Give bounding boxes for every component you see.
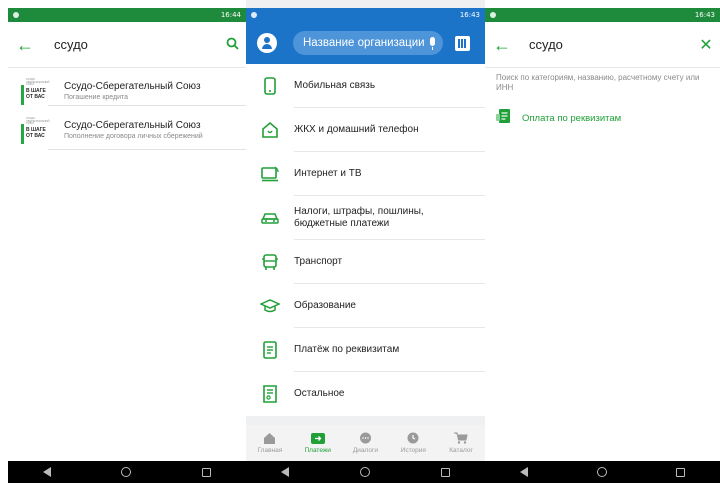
status-bar: 16:43 xyxy=(246,8,485,22)
system-nav-bar xyxy=(485,461,720,483)
bus-icon xyxy=(246,253,294,271)
tab-history[interactable]: История xyxy=(391,432,435,454)
chat-icon xyxy=(358,432,372,444)
search-header: ← ссудо ✕ xyxy=(485,22,720,68)
result-item[interactable]: ССУДО-СБЕРЕГАТЕЛЬНЫЙ СОЮЗ В ШАГЕ ОТ ВАС … xyxy=(8,108,246,152)
search-input[interactable]: ссудо xyxy=(519,37,692,52)
status-bar: 16:44 xyxy=(8,8,246,22)
close-icon[interactable]: ✕ xyxy=(692,35,720,55)
receipt-icon xyxy=(246,385,294,403)
nav-home-icon[interactable] xyxy=(596,467,607,477)
search-hint-text: Поиск по категориям, названию, расчетном… xyxy=(496,73,700,92)
profile-avatar-icon[interactable] xyxy=(257,33,277,53)
nav-recent-icon[interactable] xyxy=(676,467,686,477)
payments-screen: 16:43 Название организации Мобильная свя… xyxy=(246,0,485,483)
nav-home-icon[interactable] xyxy=(359,467,370,477)
cart-icon xyxy=(454,432,468,444)
tv-icon xyxy=(246,166,294,182)
clock-icon xyxy=(406,432,420,444)
tab-payments[interactable]: Платежи xyxy=(296,432,340,454)
transfer-icon xyxy=(310,432,325,444)
result-subtitle: Погашение кредита xyxy=(64,93,129,101)
tab-catalog[interactable]: Каталог xyxy=(439,432,483,454)
search-results-screen: 16:44 ← ссудо ССУДО-СБЕРЕГАТЕЛЬНЫЙ СОЮЗ … xyxy=(8,0,246,483)
notification-icon xyxy=(251,12,257,18)
phone-icon xyxy=(246,77,294,95)
pay-by-requisites-link[interactable]: Оплата по реквизитам xyxy=(496,108,621,129)
search-input[interactable]: ссудо xyxy=(42,37,218,52)
nav-back-icon[interactable] xyxy=(281,467,290,477)
search-icon[interactable] xyxy=(218,37,246,53)
org-logo: ССУДО-СБЕРЕГАТЕЛЬНЫЙ СОЮЗ В ШАГЕ ОТ ВАС xyxy=(18,115,49,145)
notification-icon xyxy=(13,12,19,18)
system-nav-bar xyxy=(8,461,246,483)
graduation-cap-icon xyxy=(246,298,294,314)
org-logo: ССУДО-СБЕРЕГАТЕЛЬНЫЙ СОЮЗ В ШАГЕ ОТ ВАС xyxy=(18,76,49,106)
category-internet-tv[interactable]: Интернет и ТВ xyxy=(246,152,485,196)
tab-dialogs[interactable]: Диалоги xyxy=(343,432,387,454)
search-placeholder: Название организации xyxy=(303,37,425,49)
tab-home[interactable]: Главная xyxy=(248,432,292,454)
result-title: Ссудо-Сберегательный Союз xyxy=(64,80,201,92)
category-requisites[interactable]: Платёж по реквизитам xyxy=(246,328,485,372)
organization-search-input[interactable]: Название организации xyxy=(293,31,443,55)
nav-back-icon[interactable] xyxy=(519,467,528,477)
notification-icon xyxy=(490,12,496,18)
payments-header: Название организации xyxy=(246,22,485,64)
search-hint-screen: 16:43 ← ссудо ✕ Поиск по категориям, наз… xyxy=(485,0,720,483)
arrow-left-icon[interactable]: ← xyxy=(485,22,519,68)
arrow-left-icon[interactable]: ← xyxy=(8,22,42,68)
category-list: Мобильная связь ЖКХ и домашний телефон И… xyxy=(246,64,485,416)
house-phone-icon xyxy=(246,121,294,139)
status-time: 16:43 xyxy=(694,11,715,19)
car-icon xyxy=(246,210,294,226)
category-utilities[interactable]: ЖКХ и домашний телефон xyxy=(246,108,485,152)
category-transport[interactable]: Транспорт xyxy=(246,240,485,284)
system-nav-bar xyxy=(246,461,485,483)
home-icon xyxy=(263,432,277,444)
result-title: Ссудо-Сберегательный Союз xyxy=(64,119,201,131)
status-time: 16:43 xyxy=(459,11,480,19)
status-time: 16:44 xyxy=(220,11,241,19)
category-mobile[interactable]: Мобильная связь xyxy=(246,64,485,108)
qr-scan-icon[interactable] xyxy=(455,35,470,51)
nav-recent-icon[interactable] xyxy=(201,467,211,477)
search-header: ← ссудо xyxy=(8,22,246,68)
divider xyxy=(48,105,246,106)
nav-back-icon[interactable] xyxy=(43,467,52,477)
nav-recent-icon[interactable] xyxy=(440,467,450,477)
divider xyxy=(48,149,246,150)
document-icon xyxy=(496,108,512,129)
status-bar: 16:43 xyxy=(485,8,720,22)
category-other[interactable]: Остальное xyxy=(246,372,485,416)
microphone-icon[interactable] xyxy=(430,37,435,50)
document-icon xyxy=(246,341,294,359)
nav-home-icon[interactable] xyxy=(121,467,132,477)
category-taxes[interactable]: Налоги, штрафы, пошлины, бюджетные плате… xyxy=(246,196,485,240)
result-item[interactable]: ССУДО-СБЕРЕГАТЕЛЬНЫЙ СОЮЗ В ШАГЕ ОТ ВАС … xyxy=(8,69,246,113)
result-subtitle: Пополнение договора личных сбережений xyxy=(64,132,203,140)
category-education[interactable]: Образование xyxy=(246,284,485,328)
bottom-tab-bar: Главная Платежи Диалоги История Каталог xyxy=(246,425,485,461)
